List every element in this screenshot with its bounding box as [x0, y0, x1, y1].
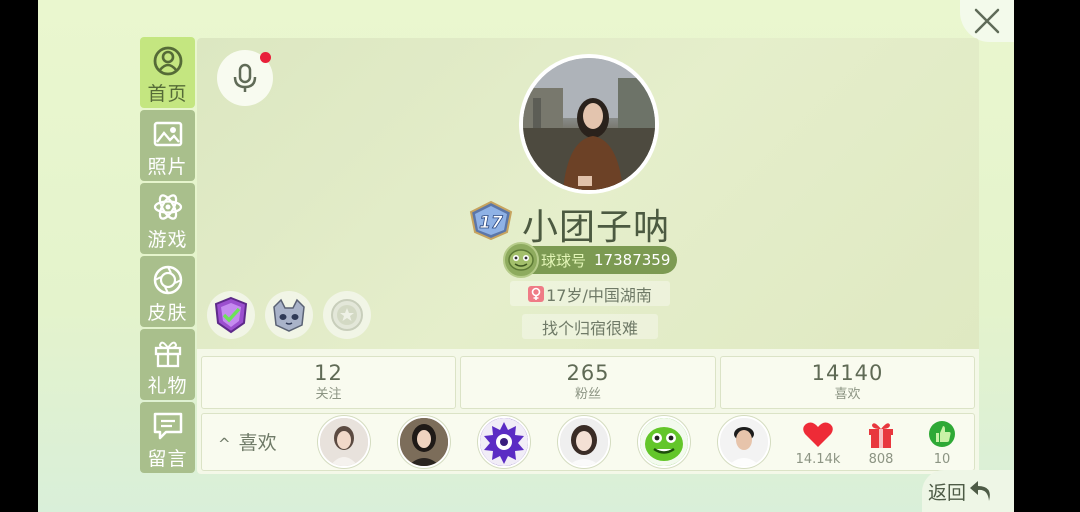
- voice-intro-button[interactable]: [217, 50, 273, 106]
- gifts-counter[interactable]: 808: [856, 420, 906, 467]
- notification-dot: [260, 52, 271, 63]
- sidebar-item-label: 首页: [147, 83, 188, 105]
- profile-panel: 17 小团子呐 球球号 17387359 17岁/中国湖南 找个归宿很难 12 …: [197, 38, 979, 474]
- avatar[interactable]: [519, 54, 659, 194]
- liker-avatar[interactable]: [398, 416, 450, 468]
- photo-icon: [151, 118, 185, 150]
- sidebar-item-label: 游戏: [147, 229, 188, 251]
- close-icon: [974, 8, 1000, 34]
- age-location-text: 17岁/中国湖南: [546, 285, 652, 305]
- sidebar-item-home[interactable]: 首页: [140, 37, 195, 108]
- gift-box-icon: [869, 423, 893, 448]
- microphone-icon: [233, 63, 257, 92]
- left-letterbox: [0, 0, 38, 512]
- cat-badge[interactable]: [265, 291, 313, 339]
- liker-avatar[interactable]: [638, 416, 690, 468]
- stat-fans[interactable]: 265 粉丝: [460, 356, 716, 409]
- sidebar-item-gifts[interactable]: 礼物: [140, 329, 195, 400]
- chevron-up-icon: ^: [218, 435, 231, 453]
- stat-likes[interactable]: 14140 喜欢: [720, 356, 975, 409]
- liker-avatar[interactable]: [318, 416, 370, 468]
- gifts-count: 808: [868, 452, 894, 467]
- uid-value: 17387359: [594, 251, 671, 269]
- back-button[interactable]: 返回: [922, 470, 1014, 512]
- thumbs-count: 10: [933, 452, 951, 467]
- sidebar-item-messages[interactable]: 留言: [140, 402, 195, 473]
- level-badge: 17: [467, 200, 515, 241]
- ball-avatar-icon: [503, 242, 539, 278]
- stat-label: 粉丝: [574, 387, 601, 402]
- gift-icon: [151, 337, 185, 369]
- likes-label-text: 喜欢: [238, 432, 277, 454]
- sidebar-item-skins[interactable]: 皮肤: [140, 256, 195, 327]
- stat-label: 关注: [315, 387, 342, 402]
- shield-check-icon: [214, 296, 248, 334]
- right-letterbox: [1014, 0, 1080, 512]
- star-medal-icon: [331, 299, 363, 331]
- uid-tag: 球球号: [541, 251, 587, 270]
- thumbs-counter[interactable]: 10: [917, 420, 967, 467]
- likes-row: ^ 喜欢 14.14k 808 10: [201, 413, 975, 471]
- message-icon: [151, 410, 185, 442]
- stat-following[interactable]: 12 关注: [201, 356, 456, 409]
- user-circle-icon: [151, 45, 185, 77]
- liker-avatar[interactable]: [558, 416, 610, 468]
- stat-label: 喜欢: [834, 387, 861, 402]
- liker-avatar[interactable]: [718, 416, 770, 468]
- female-icon: [528, 285, 545, 302]
- thumbs-up-icon: [929, 421, 955, 447]
- sidebar-item-games[interactable]: 游戏: [140, 183, 195, 254]
- nickname: 小团子呐: [522, 207, 671, 248]
- heart-icon: [803, 422, 833, 447]
- sidebar-item-label: 皮肤: [147, 302, 188, 324]
- sidebar-item-label: 照片: [147, 156, 188, 178]
- atom-icon: [151, 191, 185, 223]
- avatar-image: [523, 58, 655, 190]
- stat-value: 12: [314, 361, 343, 385]
- profile-header: 17 小团子呐 球球号 17387359 17岁/中国湖南 找个归宿很难: [197, 38, 979, 349]
- likes-counter[interactable]: 14.14k: [793, 420, 843, 467]
- purple-shield-badge[interactable]: [207, 291, 255, 339]
- stat-value: 265: [566, 361, 610, 385]
- stat-value: 14140: [811, 361, 884, 385]
- bio: 找个归宿很难: [522, 314, 658, 339]
- sidebar-item-label: 礼物: [147, 375, 188, 397]
- sidebar-item-photos[interactable]: 照片: [140, 110, 195, 181]
- liker-avatar[interactable]: [478, 416, 530, 468]
- sidebar-item-label: 留言: [147, 448, 188, 470]
- star-medal-badge[interactable]: [323, 291, 371, 339]
- likes-count: 14.14k: [795, 452, 841, 467]
- return-arrow-icon: [970, 481, 990, 501]
- cat-emblem-icon: [273, 298, 305, 332]
- palette-icon: [151, 264, 185, 296]
- level-number: 17: [479, 213, 503, 233]
- likes-toggle[interactable]: ^ 喜欢: [218, 428, 277, 455]
- back-label: 返回: [928, 481, 967, 504]
- age-location: 17岁/中国湖南: [510, 281, 670, 306]
